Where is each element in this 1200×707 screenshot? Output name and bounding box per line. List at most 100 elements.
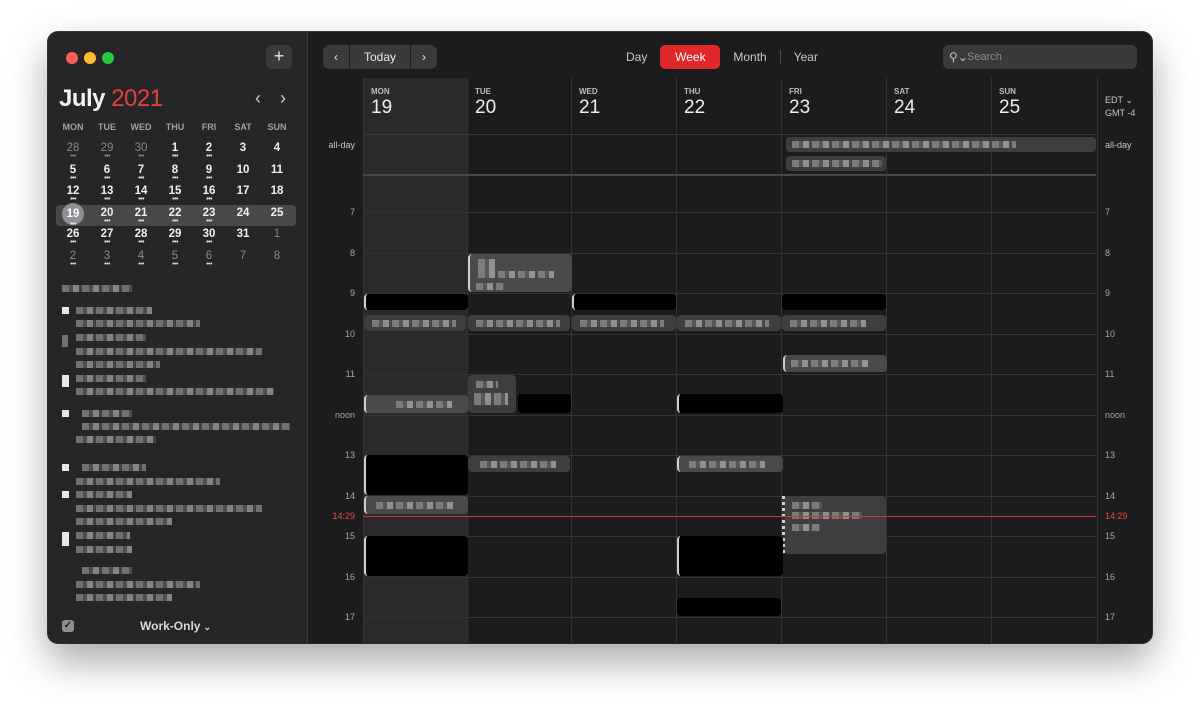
mini-day[interactable]: 6 ••• bbox=[192, 248, 226, 270]
day-column-wed[interactable]: WED 21 bbox=[571, 78, 677, 643]
calendar-event[interactable] bbox=[782, 315, 886, 331]
mini-day[interactable]: 10 bbox=[226, 162, 260, 184]
calendar-event[interactable] bbox=[677, 456, 783, 472]
hour-label-right: 17 bbox=[1105, 612, 1116, 622]
mini-day[interactable]: 4 ••• bbox=[124, 248, 158, 270]
mini-day[interactable]: 20 ••• bbox=[90, 205, 124, 227]
mini-day[interactable]: 8 ••• bbox=[158, 162, 192, 184]
mini-calendar-prev-icon[interactable]: ‹ bbox=[255, 88, 261, 109]
mini-day[interactable]: 23 ••• bbox=[192, 205, 226, 227]
day-header: WED 21 bbox=[579, 87, 601, 118]
calendar-event[interactable] bbox=[677, 394, 783, 413]
hour-label: 11 bbox=[345, 369, 355, 379]
next-week-button[interactable]: › bbox=[411, 45, 437, 69]
all-day-event[interactable] bbox=[786, 137, 1096, 152]
mini-day[interactable]: 17 bbox=[226, 183, 260, 205]
calendar-event[interactable] bbox=[364, 395, 468, 413]
day-column-sat[interactable]: SAT 24 bbox=[886, 78, 992, 643]
mini-day[interactable]: 25 bbox=[260, 205, 294, 227]
mini-day[interactable]: 8 bbox=[260, 248, 294, 270]
hour-label: 16 bbox=[344, 572, 355, 582]
calendar-event[interactable] bbox=[364, 294, 468, 310]
mini-day[interactable]: 1 ••• bbox=[158, 140, 192, 162]
mini-dow-label: FRI bbox=[201, 122, 217, 132]
mini-day[interactable]: 28 ••• bbox=[124, 226, 158, 248]
mini-day[interactable]: 4 bbox=[260, 140, 294, 162]
close-window-button[interactable] bbox=[66, 52, 78, 64]
mini-dow-label: TUE bbox=[98, 122, 116, 132]
today-button[interactable]: Today bbox=[349, 45, 411, 69]
search-field[interactable]: ⚲⌄ Search bbox=[943, 45, 1137, 69]
calendar-event[interactable] bbox=[364, 315, 466, 331]
mini-day[interactable]: 26 ••• bbox=[56, 226, 90, 248]
calendar-event[interactable] bbox=[468, 254, 572, 292]
date-navigation: ‹ Today › bbox=[323, 45, 437, 69]
mini-day[interactable]: 12 ••• bbox=[56, 183, 90, 205]
calendar-set-checkbox[interactable]: ✓ bbox=[62, 620, 74, 632]
mini-day[interactable]: 29 ••• bbox=[158, 226, 192, 248]
mini-day[interactable]: 1 bbox=[260, 226, 294, 248]
mini-day[interactable]: 7 bbox=[226, 248, 260, 270]
mini-day[interactable]: 5 ••• bbox=[158, 248, 192, 270]
mini-day[interactable]: 9 ••• bbox=[192, 162, 226, 184]
mini-day[interactable]: 21 ••• bbox=[124, 205, 158, 227]
calendar-event[interactable] bbox=[572, 294, 676, 310]
mini-day[interactable]: 22 ••• bbox=[158, 205, 192, 227]
mini-day[interactable]: 18 bbox=[260, 183, 294, 205]
calendar-event[interactable] bbox=[468, 315, 570, 331]
mini-day[interactable]: 7 ••• bbox=[124, 162, 158, 184]
view-week-tab[interactable]: Week bbox=[660, 45, 721, 69]
add-event-button[interactable]: + bbox=[266, 45, 292, 69]
mini-day[interactable]: 16 ••• bbox=[192, 183, 226, 205]
calendar-event[interactable] bbox=[572, 315, 676, 331]
mini-day[interactable]: 2 ••• bbox=[56, 248, 90, 270]
calendar-event[interactable] bbox=[784, 496, 886, 554]
calendar-event[interactable] bbox=[677, 598, 781, 616]
minimize-window-button[interactable] bbox=[84, 52, 96, 64]
mini-day[interactable]: 15 ••• bbox=[158, 183, 192, 205]
calendar-event[interactable] bbox=[364, 455, 468, 495]
calendar-event[interactable] bbox=[782, 294, 886, 310]
calendar-set-selector[interactable]: Work-Only ⌄ bbox=[140, 619, 211, 633]
all-day-divider bbox=[363, 174, 1096, 176]
zoom-window-button[interactable] bbox=[102, 52, 114, 64]
mini-calendar-next-icon[interactable]: › bbox=[280, 88, 286, 109]
previous-week-button[interactable]: ‹ bbox=[323, 45, 349, 69]
mini-day[interactable]: 2 ••• bbox=[192, 140, 226, 162]
mini-day[interactable]: 14 ••• bbox=[124, 183, 158, 205]
mini-day[interactable]: 27 ••• bbox=[90, 226, 124, 248]
view-month-tab[interactable]: Month bbox=[720, 45, 779, 69]
mini-day[interactable]: 30 ••• bbox=[192, 226, 226, 248]
calendar-event[interactable] bbox=[677, 315, 781, 331]
view-year-tab[interactable]: Year bbox=[781, 45, 831, 69]
mini-day[interactable]: 3 ••• bbox=[90, 248, 124, 270]
day-header: TUE 20 bbox=[475, 87, 497, 118]
mini-day[interactable]: 13 ••• bbox=[90, 183, 124, 205]
day-column-tue[interactable]: TUE 20 bbox=[467, 78, 572, 643]
mini-day[interactable]: 6 ••• bbox=[90, 162, 124, 184]
calendar-event[interactable] bbox=[677, 536, 783, 576]
day-column-sun[interactable]: SUN 25 bbox=[991, 78, 1098, 643]
calendar-event[interactable] bbox=[518, 394, 571, 413]
mini-day[interactable]: 11 bbox=[260, 162, 294, 184]
calendar-event[interactable] bbox=[364, 496, 468, 514]
mini-day[interactable]: 31 bbox=[226, 226, 260, 248]
mini-day[interactable]: 30 ••• bbox=[124, 140, 158, 162]
mini-day[interactable]: 28 ••• bbox=[56, 140, 90, 162]
mini-day[interactable]: 29 ••• bbox=[90, 140, 124, 162]
mini-day[interactable]: 24 bbox=[226, 205, 260, 227]
mini-day-today[interactable]: 19 ••• bbox=[56, 202, 90, 228]
calendar-event[interactable] bbox=[468, 456, 570, 472]
day-header: FRI 23 bbox=[789, 87, 811, 118]
calendar-event[interactable] bbox=[468, 375, 516, 413]
timezone-selector[interactable]: EDT ⌄ GMT -4 bbox=[1105, 94, 1135, 120]
calendar-event[interactable] bbox=[364, 536, 468, 576]
hour-label-right: noon bbox=[1105, 410, 1126, 420]
mini-day[interactable]: 3 bbox=[226, 140, 260, 162]
all-day-event[interactable] bbox=[786, 156, 886, 171]
calendar-event[interactable] bbox=[783, 355, 887, 372]
mini-calendar-year: 2021 bbox=[111, 85, 163, 112]
view-day-tab[interactable]: Day bbox=[613, 45, 660, 69]
mini-day[interactable]: 5 ••• bbox=[56, 162, 90, 184]
search-placeholder: Search bbox=[967, 51, 1002, 63]
